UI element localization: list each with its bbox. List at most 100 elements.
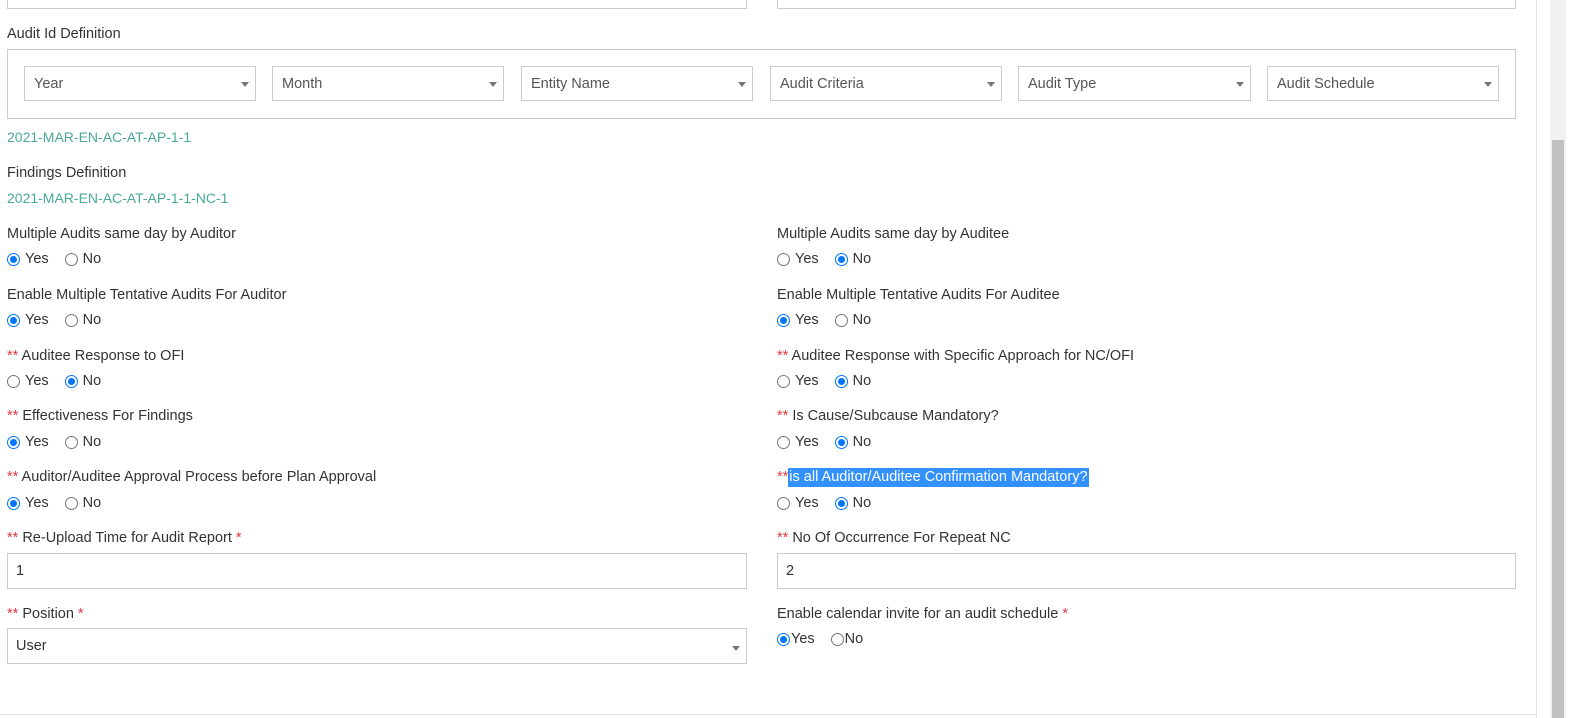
response-specific-label: ** Auditee Response with Specific Approa…: [777, 348, 1134, 364]
chevron-down-icon: [732, 646, 740, 651]
response-ofi-label: ** Auditee Response to OFI: [7, 348, 184, 364]
response-ofi-no-radio[interactable]: [64, 374, 78, 388]
reupload-time-input[interactable]: 1: [7, 553, 747, 589]
required-marker: **: [777, 469, 789, 485]
response-specific-yes-radio[interactable]: [777, 374, 790, 388]
mandatory-star: *: [77, 606, 84, 622]
audit-criteria-select-label: Audit Criteria: [780, 76, 864, 92]
position-label-text: Position: [22, 606, 74, 622]
cause-mandatory-radio-group: Yes No: [777, 434, 887, 450]
approval-process-label: ** Auditor/Auditee Approval Process befo…: [7, 469, 376, 485]
position-label: ** Position *: [7, 606, 84, 622]
response-specific-label-text: Auditee Response with Specific Approach …: [791, 348, 1135, 364]
position-value: User: [16, 638, 47, 654]
calendar-invite-label: Enable calendar invite for an audit sche…: [777, 606, 1068, 622]
cause-mandatory-label-text: Is Cause/Subcause Mandatory?: [792, 408, 999, 424]
no-option-label: No: [82, 495, 102, 511]
effectiveness-label-text: Effectiveness For Findings: [22, 408, 193, 424]
yes-option-label: Yes: [795, 434, 819, 450]
yes-option-label: Yes: [795, 251, 819, 267]
no-option-label: No: [852, 373, 872, 389]
audit-type-select[interactable]: Audit Type: [1018, 66, 1251, 101]
effectiveness-yes-radio[interactable]: [7, 435, 20, 449]
multi-auditee-label: Multiple Audits same day by Auditee: [777, 226, 1010, 242]
reupload-time-label-text: Re-Upload Time for Audit Report: [22, 530, 232, 546]
tentative-auditor-yes-radio[interactable]: [7, 313, 20, 327]
no-option-label: No: [852, 312, 872, 328]
yes-option-label: Yes: [25, 495, 49, 511]
vertical-scrollbar[interactable]: [1550, 0, 1566, 718]
approval-process-yes-radio[interactable]: [7, 496, 20, 510]
multi-auditor-label: Multiple Audits same day by Auditor: [7, 226, 236, 242]
required-marker: **: [777, 408, 789, 424]
previous-input-left[interactable]: [7, 0, 747, 9]
chevron-down-icon: [489, 82, 497, 87]
calendar-invite-label-text: Enable calendar invite for an audit sche…: [777, 606, 1059, 622]
chevron-down-icon: [987, 82, 995, 87]
no-option-label: No: [82, 312, 102, 328]
response-ofi-yes-radio[interactable]: [7, 374, 20, 388]
multi-auditee-yes-radio[interactable]: [777, 252, 790, 266]
audit-schedule-select-label: Audit Schedule: [1277, 76, 1375, 92]
repeat-nc-value: 2: [786, 563, 795, 579]
calendar-invite-yes-radio[interactable]: [777, 632, 790, 646]
mandatory-star: *: [1062, 606, 1068, 622]
effectiveness-label: ** Effectiveness For Findings: [7, 408, 193, 424]
audit-schedule-select[interactable]: Audit Schedule: [1267, 66, 1499, 101]
multi-auditor-no-radio[interactable]: [64, 252, 78, 266]
repeat-nc-label: ** No Of Occurrence For Repeat NC: [777, 530, 1011, 546]
required-marker: **: [777, 348, 789, 364]
tentative-auditee-label: Enable Multiple Tentative Audits For Aud…: [777, 287, 1060, 303]
approval-process-label-text: Auditor/Auditee Approval Process before …: [21, 469, 377, 485]
audit-criteria-select[interactable]: Audit Criteria: [770, 66, 1002, 101]
chevron-down-icon: [1236, 82, 1244, 87]
reupload-time-value: 1: [16, 563, 25, 579]
yes-option-label: Yes: [25, 251, 49, 267]
effectiveness-no-radio[interactable]: [64, 435, 78, 449]
entity-name-select[interactable]: Entity Name: [521, 66, 753, 101]
year-select[interactable]: Year: [24, 66, 256, 101]
no-option-label: No: [852, 434, 872, 450]
tentative-auditee-no-radio[interactable]: [834, 313, 848, 327]
no-option-label: No: [82, 434, 102, 450]
required-marker: **: [7, 469, 19, 485]
yes-option-label: Yes: [25, 434, 49, 450]
cause-mandatory-yes-radio[interactable]: [777, 435, 790, 449]
required-marker: **: [7, 606, 19, 622]
audit-id-definition-title: Audit Id Definition: [7, 26, 121, 42]
response-specific-no-radio[interactable]: [834, 374, 848, 388]
year-select-label: Year: [34, 76, 64, 92]
tentative-auditee-yes-radio[interactable]: [777, 313, 790, 327]
confirmation-mandatory-no-radio[interactable]: [834, 496, 848, 510]
chevron-down-icon: [738, 82, 746, 87]
entity-name-select-label: Entity Name: [531, 76, 610, 92]
multi-auditee-no-radio[interactable]: [834, 252, 848, 266]
required-marker: **: [7, 408, 19, 424]
multi-auditee-radio-group: Yes No: [777, 251, 887, 267]
calendar-invite-no-radio[interactable]: [830, 632, 844, 646]
month-select[interactable]: Month: [272, 66, 504, 101]
cause-mandatory-label: ** Is Cause/Subcause Mandatory?: [777, 408, 999, 424]
yes-option-label: Yes: [795, 495, 819, 511]
no-option-label: No: [82, 373, 102, 389]
approval-process-no-radio[interactable]: [64, 496, 78, 510]
tentative-auditor-no-radio[interactable]: [64, 313, 78, 327]
calendar-invite-radio-group: Yes No: [777, 631, 879, 647]
confirmation-mandatory-label: **is all Auditor/Auditee Confirmation Ma…: [777, 468, 1089, 487]
position-select[interactable]: User: [7, 628, 747, 664]
no-option-label: No: [844, 631, 864, 647]
mandatory-star: *: [235, 530, 242, 546]
required-marker: **: [777, 530, 789, 546]
no-option-label: No: [852, 251, 872, 267]
repeat-nc-input[interactable]: 2: [777, 553, 1516, 589]
cause-mandatory-no-radio[interactable]: [834, 435, 848, 449]
required-marker: **: [7, 530, 19, 546]
multi-auditor-radio-group: Yes No: [7, 251, 117, 267]
confirmation-mandatory-yes-radio[interactable]: [777, 496, 790, 510]
previous-input-right[interactable]: [777, 0, 1516, 9]
yes-option-label: Yes: [25, 373, 49, 389]
multi-auditor-yes-radio[interactable]: [7, 252, 20, 266]
audit-id-preview: 2021-MAR-EN-AC-AT-AP-1-1: [7, 129, 192, 145]
repeat-nc-label-text: No Of Occurrence For Repeat NC: [792, 530, 1011, 546]
scrollbar-thumb[interactable]: [1552, 140, 1564, 718]
